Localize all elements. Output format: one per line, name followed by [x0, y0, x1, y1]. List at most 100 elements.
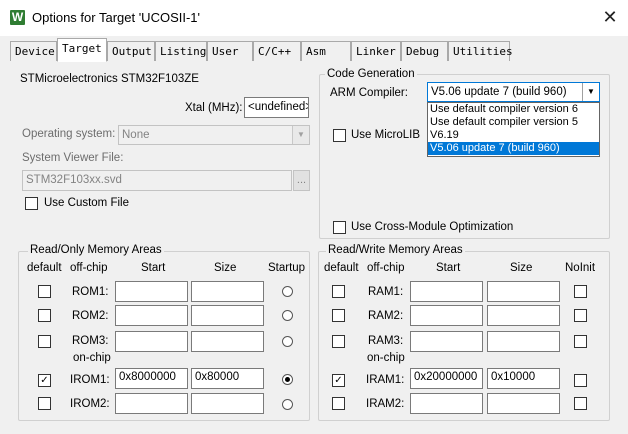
ram1-size-input[interactable]	[487, 281, 560, 302]
use-microlib-checkbox[interactable]	[333, 129, 346, 142]
rom1-size-input[interactable]	[191, 281, 264, 302]
rom-header-start: Start	[141, 262, 166, 274]
tab-user[interactable]: User	[207, 41, 253, 61]
iram2-default-checkbox[interactable]	[332, 397, 345, 410]
compiler-option[interactable]: Use default compiler version 6	[428, 103, 599, 116]
os-select-value: None	[122, 129, 150, 141]
tab-linker[interactable]: Linker	[351, 41, 401, 61]
iram2-start-input[interactable]	[410, 393, 483, 414]
os-select[interactable]: None ▼	[118, 125, 310, 145]
ram3-size-input[interactable]	[487, 331, 560, 352]
irom1-start-input[interactable]: 0x8000000	[115, 368, 188, 389]
code-generation-title: Code Generation	[325, 68, 417, 80]
compiler-option[interactable]: Use default compiler version 5	[428, 116, 599, 129]
rom-header-offchip: off-chip	[70, 262, 108, 274]
rom-header-default: default	[27, 262, 62, 274]
iram2-noinit-checkbox[interactable]	[574, 397, 587, 410]
ram2-default-checkbox[interactable]	[332, 309, 345, 322]
ram1-label: RAM1:	[368, 286, 404, 298]
chevron-down-icon: ▼	[292, 126, 309, 144]
rom1-default-checkbox[interactable]	[38, 285, 51, 298]
rom-areas-title: Read/Only Memory Areas	[28, 244, 164, 256]
rom2-start-input[interactable]	[115, 305, 188, 326]
tab-debug[interactable]: Debug	[401, 41, 448, 61]
rom3-start-input[interactable]	[115, 331, 188, 352]
iram1-start-input[interactable]: 0x20000000	[410, 368, 483, 389]
rom2-label: ROM2:	[72, 310, 109, 322]
cross-module-checkbox[interactable]	[333, 221, 346, 234]
rom1-start-input[interactable]	[115, 281, 188, 302]
ram1-default-checkbox[interactable]	[332, 285, 345, 298]
tab-output[interactable]: Output	[107, 41, 155, 61]
ram-header-start: Start	[436, 262, 461, 274]
irom2-size-input[interactable]	[191, 393, 264, 414]
device-name: STMicroelectronics STM32F103ZE	[20, 73, 199, 85]
arm-compiler-dropdown-list: Use default compiler version 6 Use defau…	[427, 102, 600, 157]
tab-target[interactable]: Target	[57, 38, 107, 62]
rom2-default-checkbox[interactable]	[38, 309, 51, 322]
arm-compiler-value: V5.06 update 7 (build 960)	[431, 86, 567, 98]
xtal-label: Xtal (MHz):	[185, 102, 243, 114]
rom2-size-input[interactable]	[191, 305, 264, 326]
arm-compiler-select[interactable]: V5.06 update 7 (build 960) ▼	[427, 82, 600, 102]
rom1-label: ROM1:	[72, 286, 109, 298]
ram-header-noinit: NoInit	[565, 262, 596, 274]
tab-listing[interactable]: Listing	[155, 41, 207, 61]
keil-app-icon: W	[10, 10, 25, 25]
ram-onchip-label: on-chip	[367, 352, 405, 364]
ram-header-offchip: off-chip	[367, 262, 405, 274]
tab-strip: Device Target Output Listing User C/C++ …	[0, 36, 628, 62]
iram1-default-checkbox[interactable]: ✓	[332, 374, 345, 387]
use-microlib-label: Use MicroLIB	[351, 129, 421, 141]
tab-utilities[interactable]: Utilities	[448, 41, 513, 61]
iram1-noinit-checkbox[interactable]	[574, 374, 587, 387]
use-custom-file-label: Use Custom File	[44, 197, 129, 209]
ram2-start-input[interactable]	[410, 305, 483, 326]
os-label: Operating system:	[22, 128, 116, 140]
ram2-label: RAM2:	[368, 310, 404, 322]
use-custom-file-checkbox[interactable]	[25, 197, 38, 210]
svf-browse-button[interactable]: ...	[293, 170, 310, 191]
iram2-label: IRAM2:	[366, 398, 405, 410]
ram3-default-checkbox[interactable]	[332, 335, 345, 348]
rom3-size-input[interactable]	[191, 331, 264, 352]
ram2-noinit-checkbox[interactable]	[574, 309, 587, 322]
rom-onchip-label: on-chip	[73, 352, 111, 364]
iram2-size-input[interactable]	[487, 393, 560, 414]
svf-input[interactable]: STM32F103xx.svd	[22, 170, 292, 191]
irom2-default-checkbox[interactable]	[38, 397, 51, 410]
tab-asm[interactable]: Asm	[301, 41, 351, 61]
rom2-startup-radio[interactable]	[282, 310, 293, 321]
irom2-startup-radio[interactable]	[282, 399, 293, 410]
ram3-start-input[interactable]	[410, 331, 483, 352]
close-icon[interactable]: ✕	[596, 4, 624, 30]
iram1-label: IRAM1:	[366, 374, 405, 386]
rom-header-size: Size	[214, 262, 237, 274]
ram1-start-input[interactable]	[410, 281, 483, 302]
compiler-option-selected[interactable]: V5.06 update 7 (build 960)	[428, 142, 599, 155]
ram-header-default: default	[324, 262, 359, 274]
iram1-size-input[interactable]: 0x10000	[487, 368, 560, 389]
chevron-down-icon: ▼	[582, 83, 599, 101]
tab-device[interactable]: Device	[10, 41, 57, 61]
irom1-size-input[interactable]: 0x80000	[191, 368, 264, 389]
irom1-default-checkbox[interactable]: ✓	[38, 374, 51, 387]
ram2-size-input[interactable]	[487, 305, 560, 326]
window-title: Options for Target 'UCOSII-1'	[32, 10, 201, 25]
rom1-startup-radio[interactable]	[282, 286, 293, 297]
xtal-input[interactable]: <undefined>	[244, 97, 309, 118]
cross-module-label: Use Cross-Module Optimization	[351, 221, 514, 233]
title-bar: W Options for Target 'UCOSII-1' ✕	[0, 0, 628, 36]
ram3-label: RAM3:	[368, 335, 404, 347]
rom3-label: ROM3:	[72, 335, 109, 347]
rom3-startup-radio[interactable]	[282, 336, 293, 347]
irom2-start-input[interactable]	[115, 393, 188, 414]
ram3-noinit-checkbox[interactable]	[574, 335, 587, 348]
compiler-option[interactable]: V6.19	[428, 129, 599, 142]
arm-compiler-label: ARM Compiler:	[330, 87, 408, 99]
irom2-label: IROM2:	[70, 398, 110, 410]
ram1-noinit-checkbox[interactable]	[574, 285, 587, 298]
rom3-default-checkbox[interactable]	[38, 335, 51, 348]
irom1-startup-radio[interactable]	[282, 374, 293, 385]
tab-c-cpp[interactable]: C/C++	[253, 41, 301, 61]
